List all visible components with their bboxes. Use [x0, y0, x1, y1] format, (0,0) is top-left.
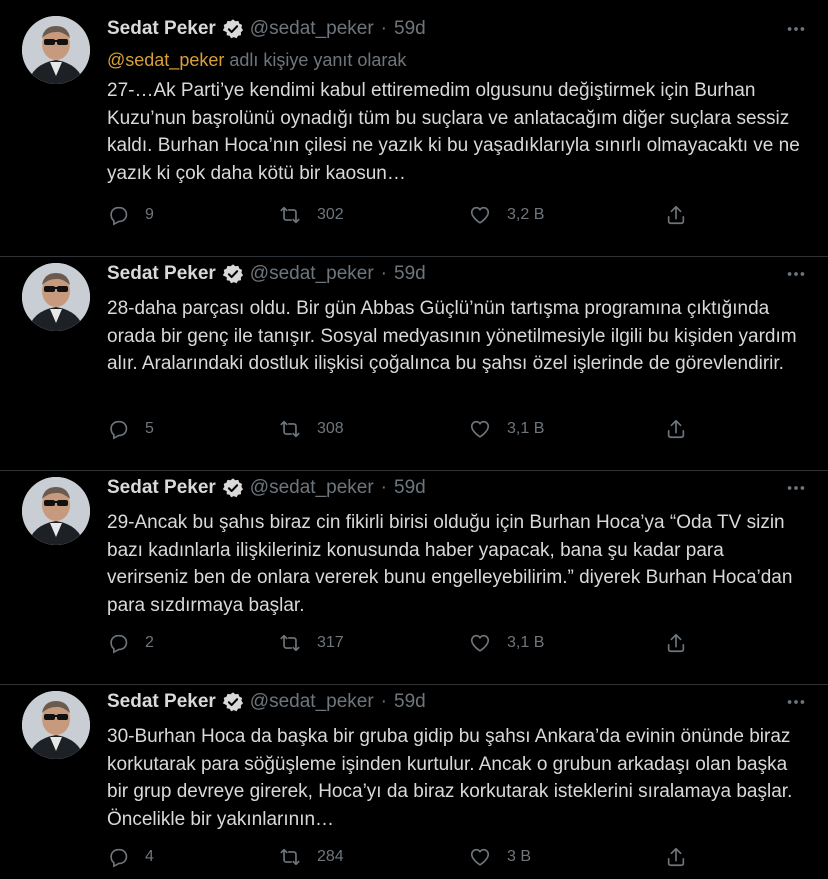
verified-badge-icon: [222, 264, 243, 284]
more-options-icon[interactable]: [784, 18, 808, 40]
like-count: 3,1 B: [507, 634, 545, 651]
reply-count: 2: [145, 634, 154, 651]
reply-context-text: adlı kişiye yanıt olarak: [224, 50, 407, 70]
reply-count: 5: [145, 420, 154, 437]
like-button[interactable]: 3,1 B: [469, 628, 544, 658]
action-bar: 9 302 3,2 B: [107, 200, 808, 230]
reply-button[interactable]: 4: [107, 842, 154, 872]
reply-button[interactable]: 2: [107, 628, 154, 658]
tweet-card[interactable]: Sedat Peker @sedat_peker · 59d 30-Burhan…: [0, 685, 828, 879]
tweet-card[interactable]: Sedat Peker @sedat_peker · 59d 29-Ancak …: [0, 471, 828, 685]
share-icon: [667, 633, 685, 653]
like-button[interactable]: 3,1 B: [469, 414, 544, 444]
like-count: 3,2 B: [507, 206, 545, 223]
author-handle[interactable]: @sedat_peker: [250, 477, 374, 499]
separator-dot: ·: [380, 263, 387, 284]
action-bar: 5 308 3,1 B: [107, 414, 808, 444]
separator-dot: ·: [380, 18, 387, 39]
share-button[interactable]: [665, 414, 687, 444]
reply-icon: [110, 634, 128, 654]
retweet-icon: [280, 206, 300, 224]
tweet-text: 29-Ancak bu şahıs biraz cin fikirli biri…: [107, 512, 793, 616]
retweet-count: 302: [317, 206, 344, 223]
retweet-button[interactable]: 317: [279, 628, 344, 658]
like-count: 3 B: [507, 848, 532, 865]
retweet-icon: [280, 848, 300, 866]
share-icon: [667, 847, 685, 867]
author-handle[interactable]: @sedat_peker: [250, 18, 374, 40]
avatar[interactable]: [22, 691, 90, 759]
heart-icon: [470, 420, 490, 438]
avatar[interactable]: [22, 16, 90, 84]
reply-icon: [110, 206, 128, 226]
share-icon: [667, 419, 685, 439]
tweet-text: 27-…Ak Parti’ye kendimi kabul ettiremedi…: [107, 80, 800, 184]
share-icon: [667, 205, 685, 225]
reply-icon: [110, 848, 128, 868]
heart-icon: [470, 848, 490, 866]
reply-button[interactable]: 5: [107, 414, 154, 444]
author-name[interactable]: Sedat Peker: [107, 18, 216, 40]
reply-icon: [110, 420, 128, 440]
retweet-count: 308: [317, 420, 344, 437]
tweet-text: 28-daha parçası oldu. Bir gün Abbas Güçl…: [107, 298, 797, 374]
timestamp[interactable]: 59d: [394, 18, 426, 40]
heart-icon: [470, 634, 490, 652]
retweet-count: 284: [317, 848, 344, 865]
retweet-icon: [280, 420, 300, 438]
heart-icon: [470, 206, 490, 224]
tweet-card[interactable]: Sedat Peker @sedat_peker · 59d 28-daha p…: [0, 257, 828, 471]
author-name[interactable]: Sedat Peker: [107, 263, 216, 285]
more-options-icon[interactable]: [784, 263, 808, 285]
avatar[interactable]: [22, 263, 90, 331]
verified-badge-icon: [222, 478, 243, 498]
like-button[interactable]: 3,2 B: [469, 200, 544, 230]
author-name[interactable]: Sedat Peker: [107, 477, 216, 499]
retweet-button[interactable]: 308: [279, 414, 344, 444]
separator-dot: ·: [380, 691, 387, 712]
author-handle[interactable]: @sedat_peker: [250, 691, 374, 713]
timestamp[interactable]: 59d: [394, 477, 426, 499]
author-handle[interactable]: @sedat_peker: [250, 263, 374, 285]
like-count: 3,1 B: [507, 420, 545, 437]
share-button[interactable]: [665, 628, 687, 658]
like-button[interactable]: 3 B: [469, 842, 531, 872]
retweet-button[interactable]: 284: [279, 842, 344, 872]
verified-badge-icon: [222, 19, 243, 39]
reply-count: 4: [145, 848, 154, 865]
share-button[interactable]: [665, 842, 687, 872]
more-options-icon[interactable]: [784, 477, 808, 499]
reply-mention-link[interactable]: @sedat_peker: [107, 50, 224, 70]
tweet-card[interactable]: Sedat Peker @sedat_peker · 59d @sedat_pe…: [0, 0, 828, 257]
timestamp[interactable]: 59d: [394, 691, 426, 713]
action-bar: 4 284 3 B: [107, 842, 808, 872]
more-options-icon[interactable]: [784, 691, 808, 713]
share-button[interactable]: [665, 200, 687, 230]
retweet-icon: [280, 634, 300, 652]
tweet-text: 30-Burhan Hoca da başka bir gruba gidip …: [107, 726, 793, 830]
separator-dot: ·: [380, 477, 387, 498]
retweet-button[interactable]: 302: [279, 200, 344, 230]
retweet-count: 317: [317, 634, 344, 651]
author-name[interactable]: Sedat Peker: [107, 691, 216, 713]
timestamp[interactable]: 59d: [394, 263, 426, 285]
reply-button[interactable]: 9: [107, 200, 154, 230]
reply-context: @sedat_peker adlı kişiye yanıt olarak: [107, 47, 808, 73]
reply-count: 9: [145, 206, 154, 223]
verified-badge-icon: [222, 692, 243, 712]
action-bar: 2 317 3,1 B: [107, 628, 808, 658]
avatar[interactable]: [22, 477, 90, 545]
